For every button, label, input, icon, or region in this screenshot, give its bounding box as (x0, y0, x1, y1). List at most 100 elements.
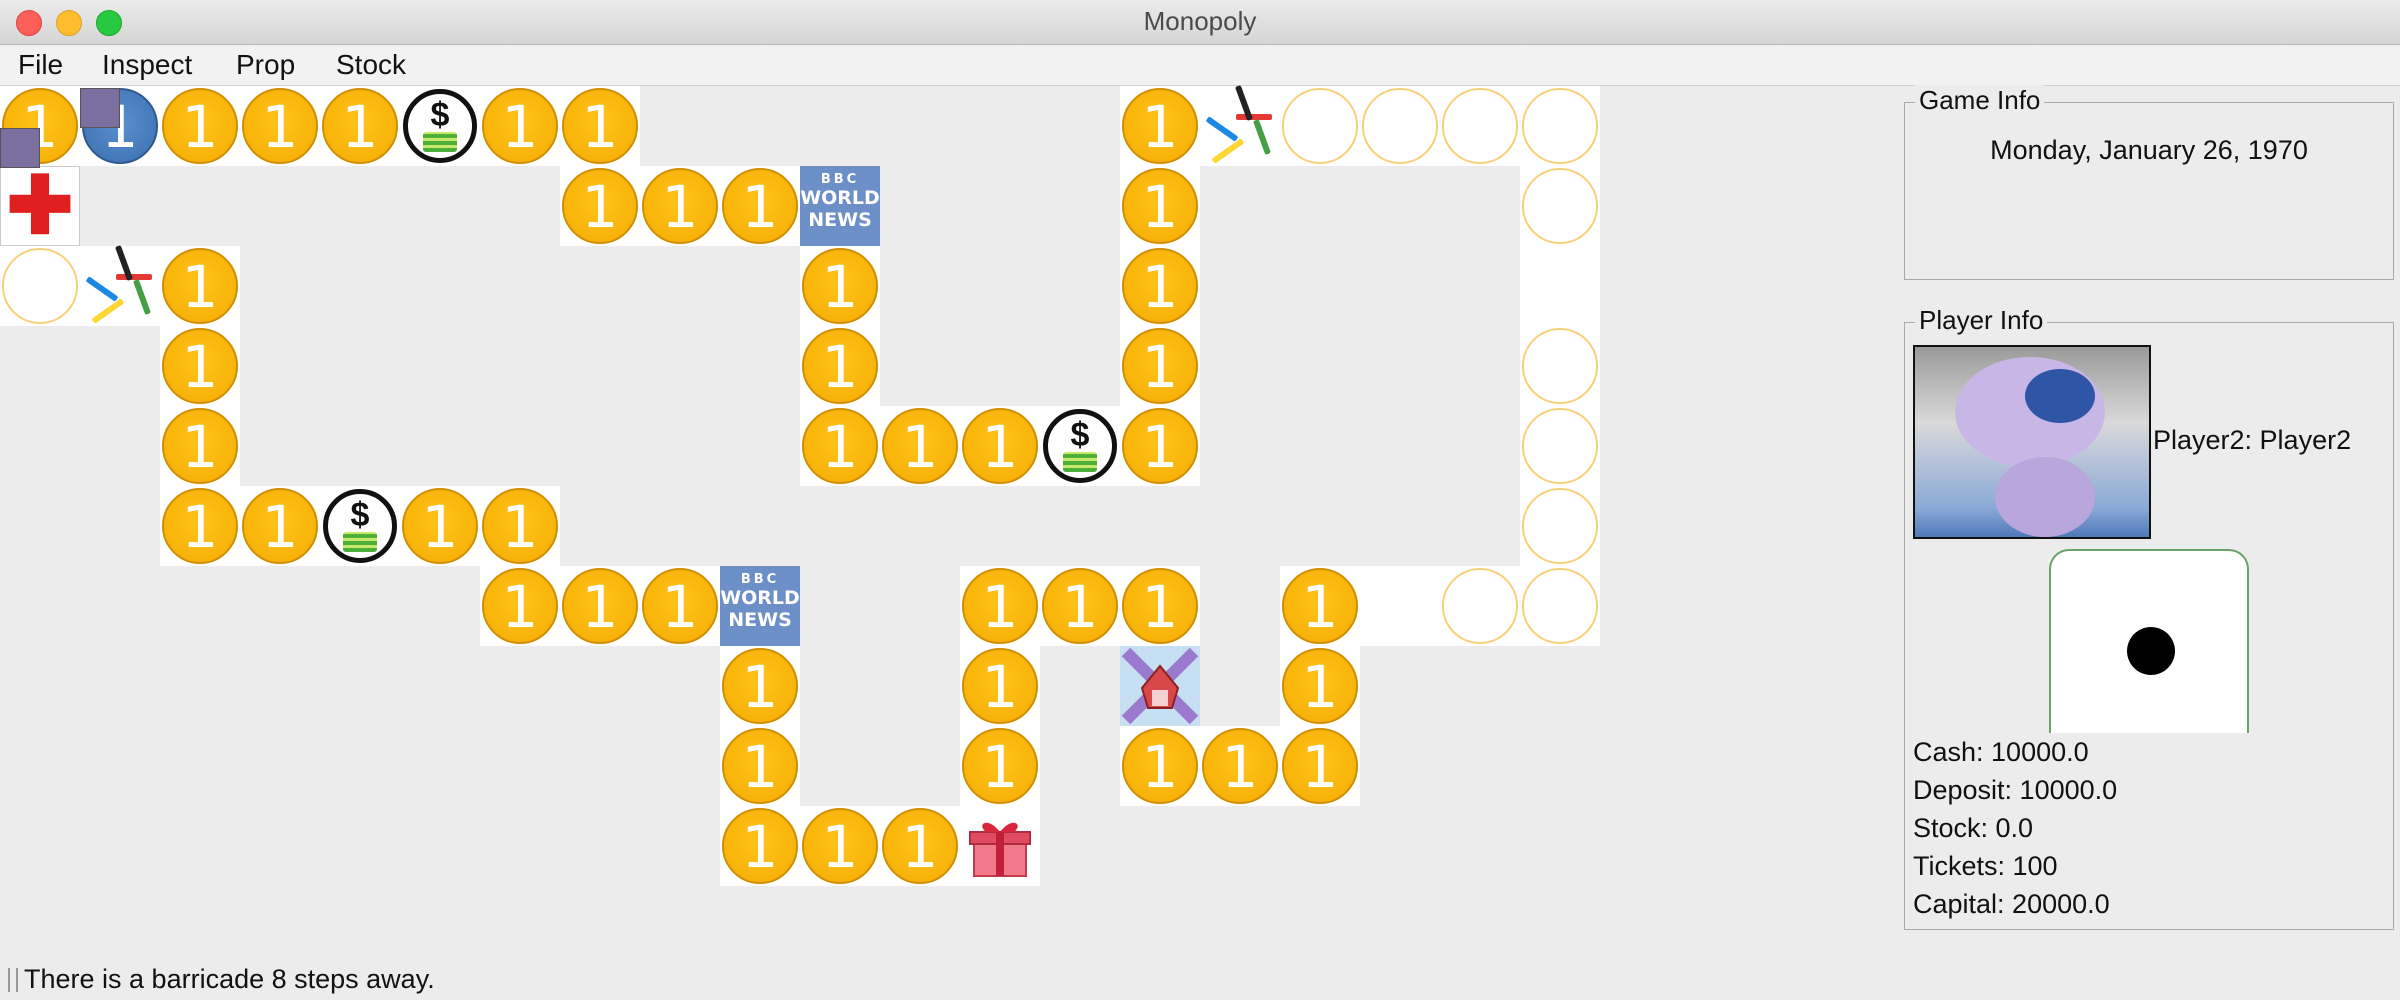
menu-inspect[interactable]: Inspect (102, 49, 192, 81)
board-cell-empty[interactable] (1280, 86, 1360, 166)
coin-icon: 1 (1122, 168, 1198, 244)
dice[interactable] (2049, 549, 2249, 733)
coin-icon: 1 (642, 168, 718, 244)
board-cell-coin[interactable]: 1 (1280, 566, 1360, 646)
board-cell-lottery[interactable] (80, 245, 160, 326)
board-cell-coin[interactable]: 1 (160, 246, 240, 326)
board-cell-coin[interactable]: 1 (480, 566, 560, 646)
coin-icon: 1 (882, 808, 958, 884)
board-cell-empty[interactable] (1520, 326, 1600, 406)
board-cell-coin[interactable]: 1 (400, 486, 480, 566)
coin-icon: 1 (1122, 728, 1198, 804)
menu-stock[interactable]: Stock (336, 49, 406, 81)
board-cell-coin[interactable]: 1 (800, 326, 880, 406)
status-message: There is a barricade 8 steps away. (24, 964, 435, 994)
board-cell-coin[interactable]: 1 (960, 726, 1040, 806)
board-cell-news[interactable]: BBC WORLD NEWS (720, 566, 800, 646)
board-cell-coin[interactable]: 1 (1120, 246, 1200, 326)
sticks-icon (80, 245, 160, 326)
board-cell-coin[interactable]: 1 (960, 406, 1040, 486)
board-cell-coin[interactable]: 1 (320, 86, 400, 166)
board-cell-bank[interactable]: $ (320, 486, 400, 566)
board-cell-coin[interactable]: 1 (560, 86, 640, 166)
board-cell-empty[interactable] (0, 246, 80, 326)
board-cell-coin[interactable]: 1 (720, 646, 800, 726)
sticks-icon (1200, 85, 1280, 166)
coin-icon: 1 (562, 168, 638, 244)
board-cell-blank[interactable] (1360, 566, 1440, 646)
board-cell-gift[interactable] (960, 806, 1040, 886)
news-icon: BBC WORLD NEWS (800, 166, 880, 246)
player1-token[interactable] (80, 88, 120, 128)
empty-ring-icon (1522, 408, 1598, 484)
board-cell-coin[interactable]: 1 (960, 566, 1040, 646)
board-cell-coin[interactable]: 1 (160, 326, 240, 406)
board-cell-coin[interactable]: 1 (1040, 566, 1120, 646)
board-cell-empty[interactable] (1360, 86, 1440, 166)
board-cell-coin[interactable]: 1 (800, 406, 880, 486)
coin-icon: 1 (162, 88, 238, 164)
board-cell-coin[interactable]: 1 (960, 646, 1040, 726)
dice-pip (2127, 627, 2175, 675)
board-cell-coin[interactable]: 1 (720, 726, 800, 806)
board-cell-coin[interactable]: 1 (160, 86, 240, 166)
board-cell-coin[interactable]: 1 (240, 486, 320, 566)
board-cell-coin[interactable]: 1 (1280, 646, 1360, 726)
board-cell-bank[interactable]: $ (400, 86, 480, 166)
board-cell-blank[interactable] (1520, 246, 1600, 326)
board-cell-empty[interactable] (1520, 86, 1600, 166)
coin-icon: 1 (1202, 728, 1278, 804)
coin-icon: 1 (1122, 328, 1198, 404)
coin-icon: 1 (1122, 568, 1198, 644)
player2-token[interactable] (0, 128, 40, 168)
board-cell-bank[interactable]: $ (1040, 406, 1120, 486)
board-cell-coin[interactable]: 1 (1120, 326, 1200, 406)
menu-prop[interactable]: Prop (236, 49, 295, 81)
board-cell-coin[interactable]: 1 (800, 806, 880, 886)
board-cell-coin[interactable]: 1 (1280, 726, 1360, 806)
board-cell-coin[interactable]: 1 (1200, 726, 1280, 806)
coin-icon: 1 (962, 408, 1038, 484)
board-cell-coin[interactable]: 1 (880, 406, 960, 486)
coin-icon: 1 (162, 488, 238, 564)
coin-icon: 1 (642, 568, 718, 644)
board-cell-coin[interactable]: 1 (160, 406, 240, 486)
board-cell-coin[interactable]: 1 (1120, 166, 1200, 246)
board-cell-coin[interactable]: 1 (1120, 566, 1200, 646)
board-cell-coin[interactable]: 1 (480, 486, 560, 566)
board-cell-coin[interactable]: 1 (560, 566, 640, 646)
coin-icon: 1 (1282, 728, 1358, 804)
resize-grip[interactable] (8, 968, 18, 992)
coin-icon: 1 (722, 648, 798, 724)
board-cell-barricade[interactable] (1120, 646, 1200, 726)
board-cell-coin[interactable]: 1 (480, 86, 560, 166)
board-cell-coin[interactable]: 1 (640, 166, 720, 246)
board-cell-coin[interactable]: 1 (1120, 86, 1200, 166)
board-cell-coin[interactable]: 1 (880, 806, 960, 886)
board-cell-empty[interactable] (1440, 86, 1520, 166)
board-cell-empty[interactable] (1520, 406, 1600, 486)
board-cell-empty[interactable] (1520, 566, 1600, 646)
board-cell-coin[interactable]: 1 (720, 166, 800, 246)
board-cell-coin[interactable]: 1 (720, 806, 800, 886)
coin-icon: 1 (722, 168, 798, 244)
board-cell-coin[interactable]: 1 (1120, 726, 1200, 806)
board-cell-coin[interactable]: 1 (800, 246, 880, 326)
menu-file[interactable]: File (18, 49, 63, 81)
board-cell-coin[interactable]: 1 (640, 566, 720, 646)
barricade-icon (1120, 646, 1200, 726)
board-cell-coin[interactable]: 1 (560, 166, 640, 246)
player-avatar (1913, 345, 2151, 539)
coin-icon: 1 (802, 328, 878, 404)
board-cell-hospital[interactable]: ✚ (0, 166, 80, 246)
board-cell-empty[interactable] (1520, 166, 1600, 246)
board-cell-news[interactable]: BBC WORLD NEWS (800, 166, 880, 246)
board-cell-empty[interactable] (1440, 566, 1520, 646)
board-cell-coin[interactable]: 1 (1120, 406, 1200, 486)
cash-value: Cash: 10000.0 (1913, 737, 2089, 767)
board-cell-coin[interactable]: 1 (240, 86, 320, 166)
board-cell-empty[interactable] (1520, 486, 1600, 566)
board-cell-lottery[interactable] (1200, 85, 1280, 166)
board-cell-coin[interactable]: 1 (160, 486, 240, 566)
menu-bar: File Inspect Prop Stock (0, 45, 2400, 86)
